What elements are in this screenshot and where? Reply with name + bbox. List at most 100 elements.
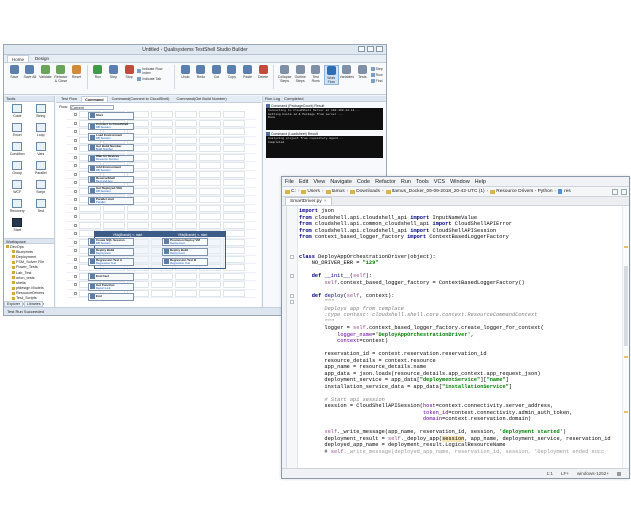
- step-link[interactable]: Bind and App: [96, 179, 115, 183]
- flow-cell[interactable]: [199, 136, 221, 144]
- breadcrumb-item[interactable]: C:: [285, 189, 296, 194]
- close-tab-icon[interactable]: ×: [324, 199, 327, 204]
- flow-cell[interactable]: [151, 221, 173, 229]
- flow-cell[interactable]: [175, 170, 197, 178]
- ribbon-button[interactable]: Tests: [355, 65, 370, 85]
- step-link[interactable]: DB Session: [96, 126, 128, 129]
- editor-scrollbar[interactable]: [622, 206, 629, 468]
- flow-cell[interactable]: [175, 204, 197, 212]
- flow-cell[interactable]: [151, 204, 173, 212]
- flow-cell[interactable]: [175, 272, 197, 280]
- flow-cell[interactable]: [175, 119, 197, 127]
- toolbox-item[interactable]: Start: [6, 218, 29, 236]
- flow-cell[interactable]: [223, 136, 245, 144]
- flow-row-checkbox[interactable]: [74, 181, 77, 185]
- flow-cell[interactable]: [223, 213, 245, 221]
- breadcrumb-item[interactable]: tamus: [325, 189, 345, 194]
- flow-cell[interactable]: [79, 213, 101, 221]
- flow-cell[interactable]: [151, 281, 173, 289]
- editor-tab-smartdriver[interactable]: SmartDriver.py ×: [285, 197, 332, 205]
- flow-cell[interactable]: [175, 289, 197, 297]
- ribbon-button[interactable]: Save: [7, 65, 22, 85]
- flow-cell[interactable]: [175, 153, 197, 161]
- menu-item[interactable]: Run: [401, 179, 411, 185]
- menu-item[interactable]: VCS: [434, 179, 445, 185]
- minimize-button[interactable]: [358, 46, 365, 52]
- flow-step[interactable]: Create SQL Session DB Session: [88, 238, 134, 246]
- step-link[interactable]: Regression Test: [170, 261, 196, 265]
- flow-step[interactable]: Get Deployed VMs DB Session: [88, 186, 134, 194]
- flow-row-checkbox[interactable]: [74, 215, 77, 219]
- menu-item[interactable]: Code: [357, 179, 370, 185]
- fold-marker[interactable]: [290, 254, 294, 259]
- breadcrumb-item[interactable]: Users: [301, 189, 320, 194]
- menu-item[interactable]: File: [285, 179, 294, 185]
- flow-cell[interactable]: [199, 281, 221, 289]
- flow-cell[interactable]: [103, 213, 125, 221]
- flow-cell[interactable]: [223, 281, 245, 289]
- flow-cell[interactable]: [223, 238, 245, 246]
- toolbox-item[interactable]: Recovery: [6, 199, 29, 217]
- flow-cell[interactable]: [151, 119, 173, 127]
- flow-row-checkbox[interactable]: [74, 172, 77, 176]
- flow-row-checkbox[interactable]: [74, 113, 77, 117]
- flow-step[interactable]: End Card: [88, 273, 134, 281]
- menu-item[interactable]: Navigate: [330, 179, 352, 185]
- flow-cell[interactable]: [175, 281, 197, 289]
- flow-step[interactable]: Get Build Number Build Number: [88, 143, 134, 152]
- flow-cell[interactable]: [151, 128, 173, 136]
- flow-cell[interactable]: [79, 204, 101, 212]
- flow-step[interactable]: Start: [88, 112, 134, 120]
- ribbon-small-button[interactable]: Row: [370, 73, 383, 77]
- flow-cell[interactable]: [175, 162, 197, 170]
- flow-step[interactable]: Regression Test B Regression Test: [162, 258, 208, 266]
- toolbox-item[interactable]: Group: [6, 161, 29, 179]
- flow-cell[interactable]: [223, 145, 245, 153]
- flow-cell[interactable]: [175, 136, 197, 144]
- flow-step[interactable]: Wait for Devices Resource Number: [88, 154, 134, 162]
- flow-cell[interactable]: [223, 196, 245, 204]
- menu-item[interactable]: Refactor: [375, 179, 396, 185]
- ribbon-button[interactable]: Work Flow: [323, 65, 339, 85]
- flow-cell[interactable]: [127, 204, 149, 212]
- flow-cell[interactable]: [223, 128, 245, 136]
- scrollbar-thumb[interactable]: [624, 266, 628, 346]
- flow-step[interactable]: Load Environment DB Session: [88, 133, 134, 141]
- toolbox-item[interactable]: WCF: [6, 180, 29, 198]
- cursor-position[interactable]: 1:1: [547, 471, 553, 476]
- flow-cell[interactable]: [199, 119, 221, 127]
- flow-step[interactable]: Deploy Build Deployment: [88, 248, 134, 256]
- ribbon-button[interactable]: Reset: [69, 65, 84, 85]
- flow-cell[interactable]: [199, 272, 221, 280]
- flow-step[interactable]: End: [88, 293, 134, 301]
- flow-cell[interactable]: [127, 221, 149, 229]
- flow-cell[interactable]: [223, 204, 245, 212]
- flow-cell[interactable]: [223, 264, 245, 272]
- flow-cell[interactable]: [223, 187, 245, 195]
- breadcrumb-item[interactable]: Downloads: [350, 189, 380, 194]
- flow-row-checkbox[interactable]: [74, 164, 77, 168]
- menu-item[interactable]: Window: [450, 179, 470, 185]
- flow-step[interactable]: Get Function Report Link: [88, 283, 134, 291]
- flow-row-checkbox[interactable]: [74, 198, 77, 202]
- menu-item[interactable]: Tools: [416, 179, 429, 185]
- document-tab[interactable]: Command(Connect to CloudShell): [109, 96, 173, 102]
- flow-step[interactable]: Deploy Build Deployment: [162, 248, 208, 256]
- ribbon-button[interactable]: Undo: [178, 65, 193, 85]
- flow-row-checkbox[interactable]: [74, 206, 77, 210]
- flow-cell[interactable]: [151, 196, 173, 204]
- flow-step[interactable]: ReserveShell Bind and App: [88, 175, 134, 184]
- flow-cell[interactable]: [199, 179, 221, 187]
- flow-row-checkbox[interactable]: [74, 147, 77, 151]
- nav-file-name[interactable]: res: [564, 189, 571, 194]
- ribbon-button[interactable]: Validate: [38, 65, 53, 85]
- ribbon-small-button[interactable]: Step: [370, 67, 383, 71]
- menu-item[interactable]: Help: [475, 179, 486, 185]
- ribbon-tab-design[interactable]: Design: [31, 55, 53, 62]
- toolbox-item[interactable]: Vars: [30, 142, 53, 160]
- step-link[interactable]: Deployment: [170, 251, 188, 255]
- search-icon[interactable]: [621, 188, 627, 195]
- flow-cell[interactable]: [223, 230, 245, 238]
- file-encoding[interactable]: windows-1252+: [577, 471, 609, 476]
- flow-row-checkbox[interactable]: [74, 240, 77, 244]
